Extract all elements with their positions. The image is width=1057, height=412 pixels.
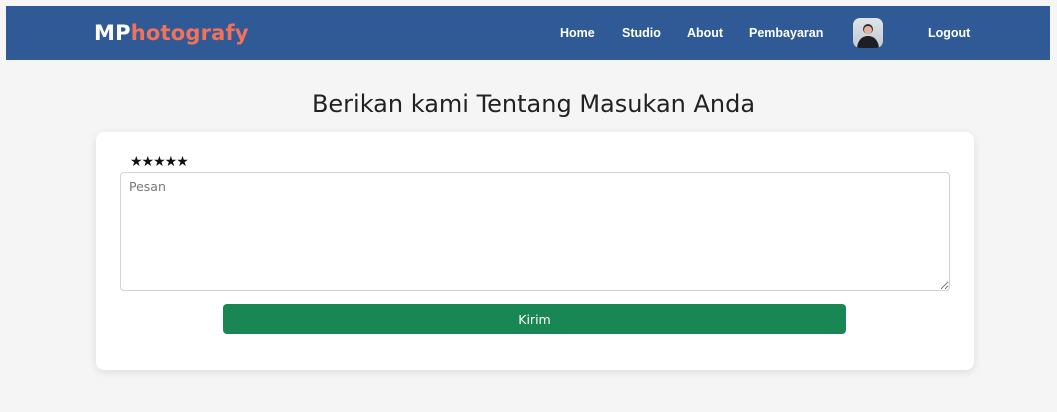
- feedback-card: ★★★★★ Kirim: [96, 132, 974, 370]
- submit-button[interactable]: Kirim: [223, 304, 846, 334]
- nav-link-studio[interactable]: Studio: [622, 25, 661, 41]
- user-avatar-icon[interactable]: [853, 18, 883, 48]
- page-title: Berikan kami Tentang Masukan Anda: [311, 90, 756, 118]
- star-rating[interactable]: ★★★★★: [130, 153, 189, 169]
- logout-link[interactable]: Logout: [928, 25, 970, 41]
- nav-link-pembayaran[interactable]: Pembayaran: [749, 25, 823, 41]
- brand-logo-suffix: hotografy: [130, 21, 249, 45]
- nav-link-home[interactable]: Home: [560, 25, 595, 41]
- nav-link-about[interactable]: About: [687, 25, 723, 41]
- navbar: MPhotografy Home Studio About Pembayaran…: [6, 6, 1050, 60]
- message-textarea[interactable]: [120, 172, 950, 291]
- brand-logo-prefix: MP: [94, 21, 131, 45]
- person-icon: [857, 24, 879, 48]
- brand-logo[interactable]: MPhotografy: [94, 20, 249, 46]
